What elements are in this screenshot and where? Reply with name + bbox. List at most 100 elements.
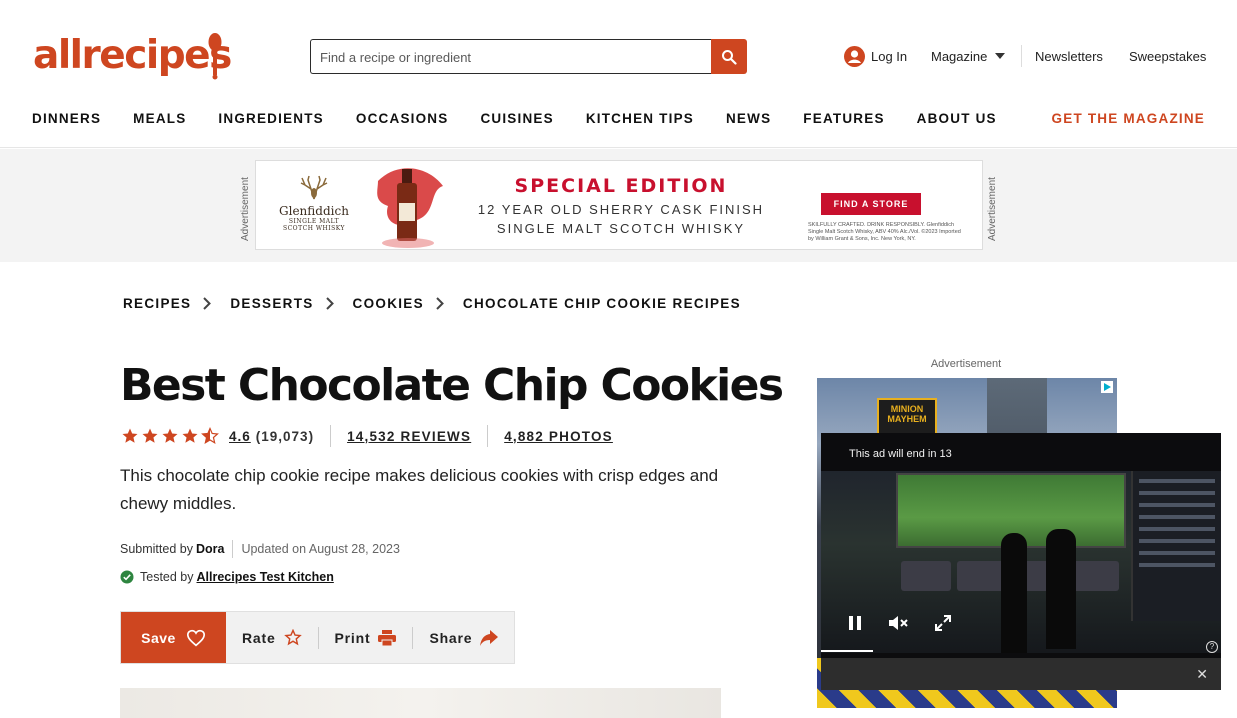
chevron-right-icon <box>203 297 212 310</box>
glenfiddich-sub: SINGLE MALT SCOTCH WHISKY <box>282 218 345 232</box>
nav-item-dinners[interactable]: DINNERS <box>32 111 101 126</box>
search-icon <box>722 49 737 65</box>
updated-date: Updated on August 28, 2023 <box>241 542 400 556</box>
unmute-button[interactable] <box>885 611 913 635</box>
submitted-label: Submitted by <box>120 542 193 556</box>
muted-speaker-icon <box>889 616 908 630</box>
nav-item-cuisines[interactable]: CUISINES <box>480 111 553 126</box>
search-input[interactable] <box>310 39 711 74</box>
share-label: Share <box>429 629 473 646</box>
breadcrumb-cookies[interactable]: COOKIES <box>353 296 424 311</box>
main-nav: DINNERS MEALS INGREDIENTS OCCASIONS CUIS… <box>32 111 1029 126</box>
get-magazine-link[interactable]: GET THE MAGAZINE <box>1052 111 1205 126</box>
nav-item-news[interactable]: NEWS <box>726 111 771 126</box>
chevron-right-icon <box>325 297 334 310</box>
side-ad-label: Advertisement <box>930 358 1002 370</box>
star-outline-icon <box>283 629 302 646</box>
viewer-silhouette <box>1046 529 1076 649</box>
magazine-label: Magazine <box>931 48 988 64</box>
ad-choices-icon[interactable] <box>1101 381 1113 393</box>
byline: Submitted by Dora Updated on August 28, … <box>120 540 400 558</box>
viewer-silhouette <box>1001 533 1027 653</box>
top-ad-band: Advertisement Advertisement Glenfiddich … <box>0 149 1237 262</box>
divider <box>232 540 234 558</box>
pause-icon <box>849 616 861 630</box>
fullscreen-button[interactable] <box>929 611 957 635</box>
expand-icon <box>935 615 951 631</box>
nav-item-meals[interactable]: MEALS <box>133 111 186 126</box>
printer-icon <box>378 629 397 646</box>
glenfiddich-ad[interactable]: Glenfiddich SINGLE MALT SCOTCH WHISKY SP… <box>255 160 983 250</box>
rating-row: 4.6 (19,073) 14,532 REVIEWS 4,882 PHOTOS <box>120 425 613 447</box>
newsletters-link[interactable]: Newsletters <box>1035 44 1103 68</box>
video-frame <box>821 471 1221 653</box>
glenfiddich-logo: Glenfiddich SINGLE MALT SCOTCH WHISKY <box>274 175 354 232</box>
share-arrow-icon <box>480 629 499 646</box>
divider <box>330 425 332 447</box>
rate-label: Rate <box>242 629 276 646</box>
save-label: Save <box>141 629 176 646</box>
pause-button[interactable] <box>841 611 869 635</box>
sweepstakes-link[interactable]: Sweepstakes <box>1129 44 1206 68</box>
ad-label-right: Advertisement <box>987 177 998 241</box>
rating-count: (19,073) <box>255 428 315 444</box>
heart-icon <box>186 629 205 646</box>
print-button[interactable]: Print <box>319 612 413 663</box>
star-icon <box>182 428 198 443</box>
rate-button[interactable]: Rate <box>226 612 318 663</box>
video-ad-player[interactable]: This ad will end in 13 ? ✕ <box>821 433 1221 690</box>
account-icon <box>844 45 865 67</box>
recipe-hero-image <box>120 688 721 718</box>
check-badge-icon <box>120 570 134 584</box>
nav-item-occasions[interactable]: OCCASIONS <box>356 111 449 126</box>
recipe-description: This chocolate chip cookie recipe makes … <box>120 466 719 513</box>
star-rating[interactable] <box>120 427 220 445</box>
spoon-icon <box>208 33 222 80</box>
video-progress[interactable] <box>821 650 873 652</box>
tested-label: Tested by <box>140 570 194 584</box>
tested-by: Tested by Allrecipes Test Kitchen <box>120 570 334 584</box>
nav-item-kitchen-tips[interactable]: KITCHEN TIPS <box>586 111 694 126</box>
close-icon[interactable]: ✕ <box>1196 666 1208 683</box>
logo-text: allrecipes <box>33 33 232 78</box>
find-store-button[interactable]: FIND A STORE <box>821 193 921 215</box>
login-link[interactable]: Log In <box>844 44 907 68</box>
share-button[interactable]: Share <box>413 612 514 663</box>
caret-down-icon <box>995 53 1006 59</box>
page-title: Best Chocolate Chip Cookies <box>120 360 784 411</box>
nav-item-ingredients[interactable]: INGREDIENTS <box>218 111 323 126</box>
star-icon <box>162 428 178 443</box>
side-monitor-image <box>1131 471 1221 621</box>
author-name[interactable]: Dora <box>196 542 224 556</box>
photos-link[interactable]: 4,882 PHOTOS <box>504 429 613 444</box>
nav-item-features[interactable]: FEATURES <box>803 111 884 126</box>
allrecipes-logo[interactable]: allrecipes <box>33 32 232 82</box>
test-kitchen-link[interactable]: Allrecipes Test Kitchen <box>197 570 334 584</box>
divider <box>487 425 489 447</box>
ad-line-1: 12 YEAR OLD SHERRY CASK FINISH <box>477 202 765 217</box>
print-label: Print <box>334 629 371 646</box>
half-star-icon <box>201 427 219 444</box>
rating-value[interactable]: 4.6 <box>229 429 251 444</box>
breadcrumb-chocolate-chip[interactable]: CHOCOLATE CHIP COOKIE RECIPES <box>463 296 741 311</box>
login-label: Log In <box>871 48 908 64</box>
stag-icon <box>300 175 328 200</box>
video-close-bar: ✕ <box>821 658 1221 690</box>
help-icon[interactable]: ? <box>1206 641 1218 653</box>
save-button[interactable]: Save <box>121 612 226 663</box>
glenfiddich-name: Glenfiddich <box>279 204 349 218</box>
whisky-bottle-image <box>377 168 443 248</box>
magazine-dropdown[interactable]: Magazine <box>931 44 1006 68</box>
search-button[interactable] <box>711 39 747 74</box>
nav-item-about-us[interactable]: ABOUT US <box>917 111 997 126</box>
breadcrumb-recipes[interactable]: RECIPES <box>123 296 191 311</box>
breadcrumb-desserts[interactable]: DESSERTS <box>230 296 313 311</box>
utility-divider <box>1021 45 1022 67</box>
reviews-link[interactable]: 14,532 REVIEWS <box>347 429 471 444</box>
star-icon <box>122 428 138 443</box>
star-icon <box>142 428 158 443</box>
site-header: allrecipes Log In Magazine Newsletters S… <box>0 0 1237 148</box>
chevron-right-icon <box>436 297 444 310</box>
ad-line-2: SINGLE MALT SCOTCH WHISKY <box>496 221 746 236</box>
search-bar <box>310 39 747 74</box>
